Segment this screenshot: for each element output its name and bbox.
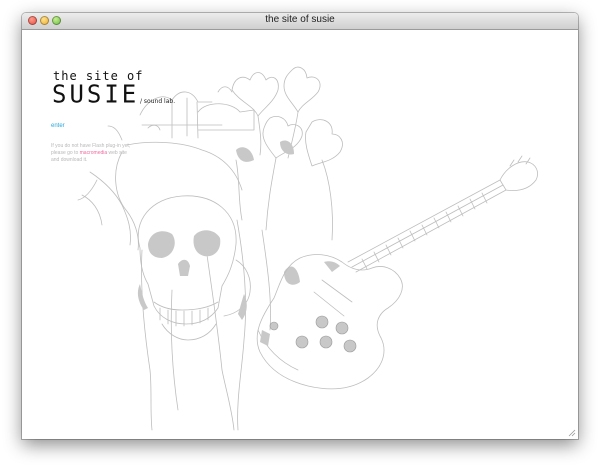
skull-drawing [138,195,251,341]
logo-wordmark: SUSIE [52,79,140,109]
draped-figure [77,125,271,431]
window-title: the site of susie [265,14,335,25]
browser-window: the site of susie the site of SUSIE / so… [22,13,578,439]
logo-tagline: / sound lab. [140,98,176,105]
macromedia-link[interactable]: macromedia [80,150,108,156]
title-bar[interactable]: the site of susie [22,13,578,30]
page-content: the site of SUSIE / sound lab. enter If … [22,30,578,439]
flash-plugin-notice: If you do not have Flash plug-in yet, pl… [51,143,131,164]
enter-link[interactable]: enter [51,123,65,129]
guitar-knobs [269,315,357,353]
guitar-drawing [256,155,538,390]
resize-grip-icon[interactable] [567,428,576,437]
landscape-sketch [139,86,255,139]
petal-shading [236,140,300,285]
